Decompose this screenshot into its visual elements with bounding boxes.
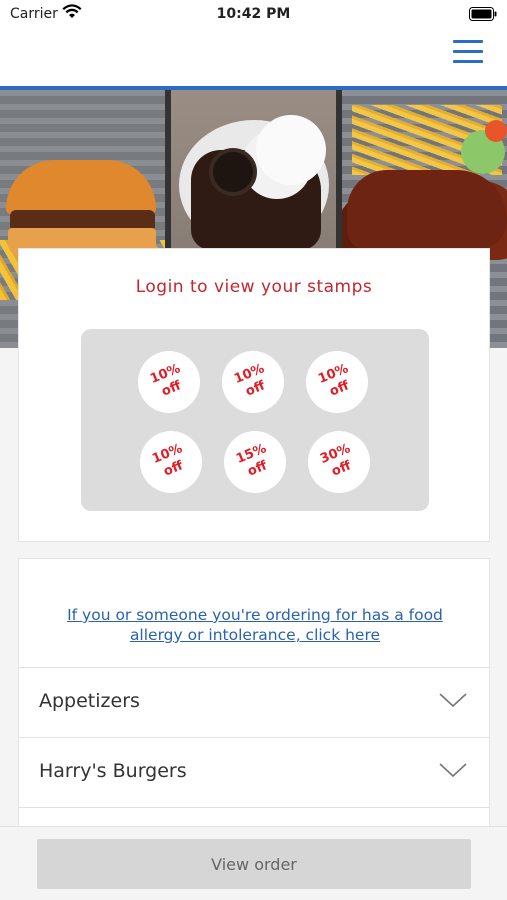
chevron-down-icon (439, 692, 467, 712)
stamp-card: Login to view your stamps 10% off 10% of… (18, 248, 490, 542)
stamp: 30% off (308, 431, 370, 493)
stamp-grid: 10% off 10% off 10% off 10% off 15% off … (81, 329, 429, 511)
category-label: Harry's Burgers (39, 760, 187, 782)
clock: 10:42 PM (216, 6, 291, 22)
stamp-label: 10% off (148, 361, 184, 400)
category-row-harrys-burgers[interactable]: Harry's Burgers (19, 737, 489, 807)
status-bar: Carrier 10:42 PM (0, 0, 507, 30)
app-header (0, 30, 507, 86)
battery-icon (469, 6, 497, 25)
stamp-label: 10% off (316, 361, 352, 400)
view-order-button[interactable]: View order (37, 839, 471, 889)
hamburger-menu-icon[interactable] (453, 40, 483, 66)
stamp: 10% off (138, 351, 200, 413)
stamp: 10% off (222, 351, 284, 413)
login-stamps-link[interactable]: Login to view your stamps (19, 277, 489, 297)
bottom-bar: View order (0, 826, 507, 900)
chevron-down-icon (439, 762, 467, 782)
category-row-appetizers[interactable]: Appetizers (19, 667, 489, 737)
stamp: 10% off (306, 351, 368, 413)
stamp-label: 30% off (318, 441, 354, 480)
stamp-label: 15% off (234, 441, 270, 480)
allergy-info-link[interactable]: If you or someone you're ordering for ha… (39, 605, 471, 645)
menu-card: If you or someone you're ordering for ha… (18, 558, 490, 858)
stamp-label: 10% off (150, 441, 186, 480)
stamp-label: 10% off (232, 361, 268, 400)
stamp: 15% off (224, 431, 286, 493)
stamp: 10% off (140, 431, 202, 493)
category-label: Appetizers (39, 690, 140, 712)
